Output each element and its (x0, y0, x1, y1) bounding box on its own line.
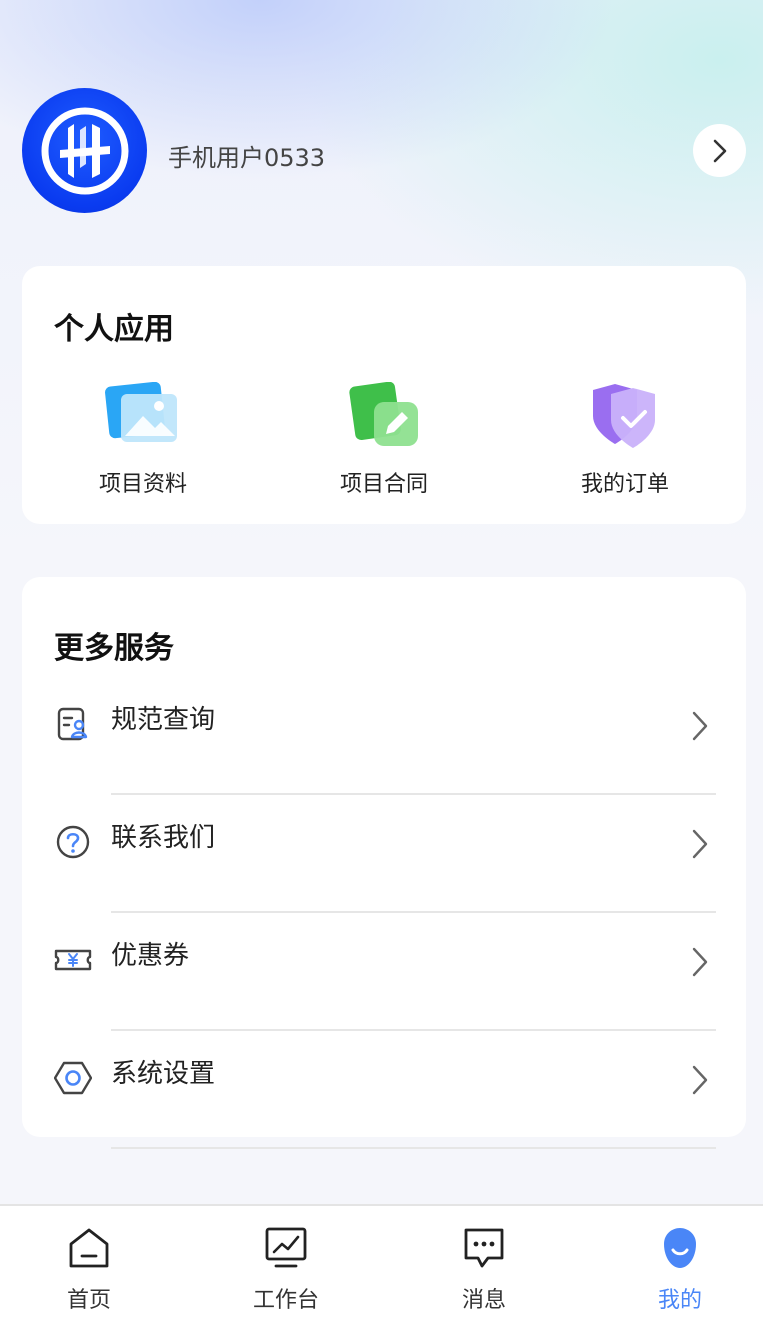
user-face-icon (664, 1228, 696, 1268)
chevron-right-icon (692, 947, 708, 977)
service-label: 优惠券 (111, 941, 190, 971)
service-row-standards-query[interactable]: 规范查询 (22, 677, 746, 795)
service-row-coupons[interactable]: 优惠券 (22, 913, 746, 1031)
tab-home[interactable]: 首页 (19, 1206, 159, 1317)
question-circle-icon (56, 825, 90, 859)
service-label: 联系我们 (111, 823, 216, 853)
service-label: 系统设置 (111, 1059, 216, 1089)
chevron-right-icon (713, 139, 726, 162)
more-services-card: 更多服务 规范查询 联系我们 优惠券 系统设置 (22, 577, 746, 1149)
tab-label: 我的 (657, 1288, 702, 1313)
tab-label: 工作台 (252, 1288, 319, 1313)
edit-document-icon (349, 382, 418, 446)
personal-apps-title: 个人应用 (54, 312, 174, 347)
tab-messages[interactable]: 消息 (414, 1206, 554, 1317)
app-label: 我的订单 (580, 472, 669, 497)
profile-arrow-button[interactable] (693, 124, 746, 177)
app-label: 项目合同 (339, 472, 428, 497)
tab-label: 首页 (66, 1288, 111, 1313)
message-bubble-icon (464, 1228, 504, 1268)
app-project-contract[interactable]: 项目合同 (304, 382, 464, 498)
profile-header[interactable]: 手机用户0533 (22, 88, 746, 214)
workbench-chart-icon (265, 1227, 307, 1268)
service-row-contact-us[interactable]: 联系我们 (22, 795, 746, 913)
image-gallery-icon (105, 382, 177, 442)
personal-apps-card: 个人应用 项目资料 项目合同 我的订单 (22, 266, 746, 524)
username[interactable]: 手机用户0533 (168, 138, 325, 173)
service-row-system-settings[interactable]: 系统设置 (22, 1031, 746, 1149)
app-project-docs[interactable]: 项目资料 (63, 382, 223, 498)
row-divider (111, 1147, 716, 1149)
service-label: 规范查询 (111, 705, 216, 735)
home-icon (69, 1228, 109, 1268)
settings-hexagon-icon (54, 1061, 92, 1095)
personal-apps-grid: 项目资料 项目合同 我的订单 (22, 382, 746, 502)
ticket-yen-icon (54, 949, 92, 971)
brand-logo-icon (41, 107, 128, 194)
chevron-right-icon (692, 1065, 708, 1095)
chevron-right-icon (692, 829, 708, 859)
avatar[interactable] (22, 88, 147, 213)
contact-card-icon (57, 707, 88, 741)
bottom-tab-bar: 首页 工作台 消息 我的 (0, 1204, 763, 1317)
tab-mine[interactable]: 我的 (610, 1206, 750, 1317)
tab-label: 消息 (461, 1288, 506, 1313)
more-services-title: 更多服务 (54, 631, 174, 666)
app-my-orders[interactable]: 我的订单 (545, 382, 705, 498)
chevron-right-icon (692, 711, 708, 741)
tab-workbench[interactable]: 工作台 (216, 1206, 356, 1317)
shield-check-icon (593, 384, 655, 448)
app-label: 项目资料 (98, 472, 187, 497)
